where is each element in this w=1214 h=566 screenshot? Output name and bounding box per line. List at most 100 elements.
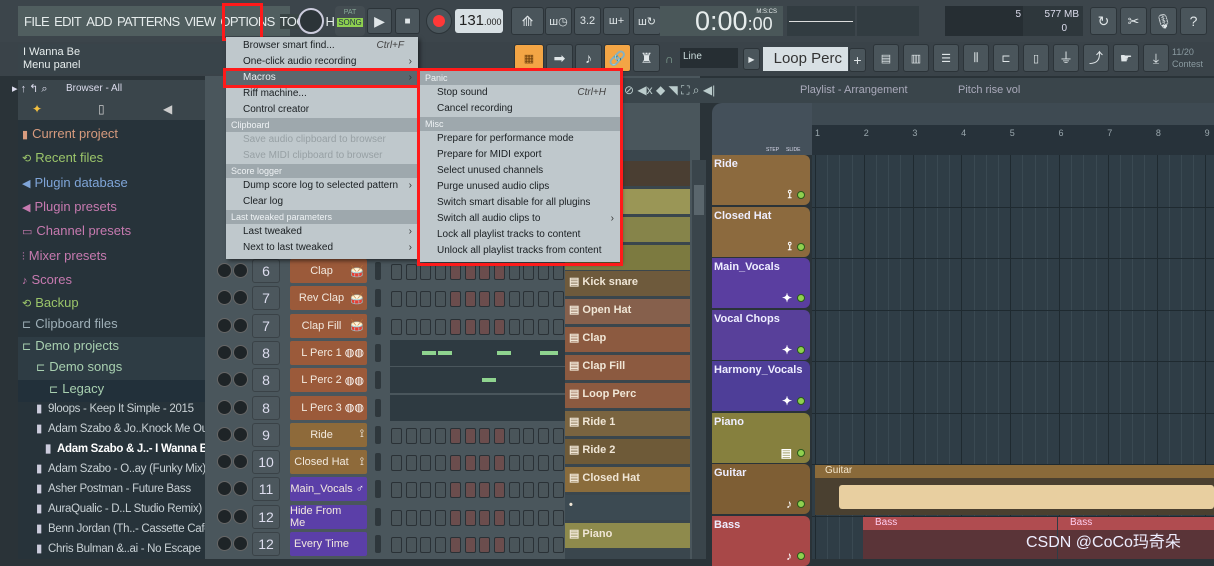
playlist-track-header[interactable]: Piano ▤ [712,412,810,463]
step-button[interactable] [552,291,564,308]
pan-knob[interactable] [217,536,232,551]
undo-history-button[interactable]: ↻ [1090,7,1117,35]
step-button[interactable] [391,537,402,553]
menu-item[interactable]: Browser smart find... Ctrl+F [226,38,418,54]
mini-piano-roll[interactable] [390,339,565,366]
channel-name-button[interactable]: Every Time [290,532,367,556]
step-button[interactable] [508,427,520,444]
step-button[interactable] [464,291,476,308]
step-button[interactable] [420,455,432,472]
menu-item[interactable]: Next to last tweaked › [226,240,418,256]
pattern-item[interactable]: ▤ Clap Fill [565,355,690,380]
add-pattern-button[interactable]: + [849,48,866,72]
step-button[interactable] [552,318,564,335]
menu-item[interactable]: Stop sound Ctrl+H [420,85,620,101]
browser-file[interactable]: ▮ Benn Jordan (Th..- Cassette Cafe [36,521,211,535]
channel-name-button[interactable]: Rev Clap 🥁 [290,286,367,311]
snap-select[interactable]: Line [680,48,738,68]
track-enable-led[interactable] [797,397,805,405]
plugin-picker-button[interactable]: ⏚ [1053,44,1079,72]
menu-edit[interactable]: EDIT [54,14,82,29]
step-button[interactable] [420,291,432,308]
piano-roll-button[interactable]: ▥ [903,44,929,72]
mixer-track-number[interactable]: 7 [252,286,280,311]
browser-file[interactable]: ▮ 9loops - Keep It Simple - 2015 [36,401,194,415]
channel-select-led[interactable] [375,262,381,280]
pattern-item[interactable]: ▤ Ride 1 [565,411,690,436]
master-volume-knob[interactable] [298,8,324,34]
mixer-track-number[interactable]: 6 [252,259,280,283]
step-button[interactable] [449,455,461,472]
pan-knob[interactable] [217,344,232,360]
menu-item[interactable]: Last tweaked › [226,224,418,240]
browser-item[interactable]: ⊏ Demo songs [18,358,205,380]
metronome-button[interactable]: ⟰ [511,7,544,35]
step-button[interactable] [391,427,402,444]
browser-item[interactable]: ⊏ Legacy [18,380,205,402]
step-button[interactable] [420,264,432,280]
plugin-icon[interactable]: ◀ [163,102,172,116]
step-button[interactable] [420,318,432,335]
browser-file[interactable]: ▮ Chris Bulman &..ai - No Escape [36,541,201,555]
pan-knob[interactable] [217,481,232,497]
menu-item[interactable]: One-click audio recording › [226,54,418,70]
step-button[interactable] [493,482,505,499]
step-button[interactable] [523,455,535,472]
step-button[interactable] [464,264,476,280]
menu-item[interactable]: Riff machine... [226,86,418,102]
step-button[interactable] [508,482,520,499]
playlist-track-header[interactable]: Harmony_Vocals ✦ [712,361,810,411]
track-enable-led[interactable] [797,294,805,302]
step-button[interactable] [552,427,564,444]
menu-item[interactable]: Clear log [226,194,418,210]
menu-item[interactable]: Purge unused audio clips [420,179,620,195]
step-button[interactable] [405,482,417,499]
playlist-track-header[interactable]: Guitar ♪ [712,464,810,514]
pattern-item[interactable]: ▤ Loop Perc [565,383,690,408]
step-button[interactable] [479,482,491,499]
step-button[interactable] [449,318,461,335]
mixer-track-number[interactable]: 12 [252,532,280,556]
volume-knob[interactable] [233,454,248,470]
step-button[interactable] [464,482,476,499]
track-enable-led[interactable] [797,448,805,457]
pattern-item[interactable]: ▤ Kick snare [565,271,690,296]
step-button[interactable] [435,537,447,553]
step-button[interactable] [538,427,549,444]
browser-file[interactable]: ▮ AuraQualic - D..L Studio Remix) [36,501,202,515]
knob-button[interactable]: ♜ [633,44,660,72]
channel-select-led[interactable] [375,289,381,308]
menu-item[interactable]: Unlock all playlist tracks from content [420,243,620,259]
step-button[interactable] [508,509,520,526]
channel-name-button[interactable]: L Perc 1 ◍◍ [290,340,367,365]
browser-file[interactable]: ▮ Adam Szabo & J..- I Wanna Be [45,441,214,455]
step-button[interactable] [523,291,535,308]
step-button[interactable] [464,537,476,553]
pan-knob[interactable] [217,372,232,388]
step-button[interactable] [552,455,564,472]
link-button[interactable]: 🔗 [604,44,631,72]
step-button[interactable] [435,509,447,526]
step-button[interactable] [391,318,402,335]
channel-name-button[interactable]: L Perc 2 ◍◍ [290,368,367,393]
browser-item[interactable]: ▮ Current project [18,125,205,147]
channel-select-led[interactable] [375,398,381,417]
channel-name-button[interactable]: Clap 🥁 [290,259,367,283]
playlist-button[interactable]: ▤ [873,44,899,72]
volume-knob[interactable] [233,399,248,415]
menu-item[interactable]: Select unused channels [420,163,620,179]
record-button[interactable] [426,8,452,34]
pan-knob[interactable] [217,317,232,333]
mini-piano-roll[interactable] [390,394,565,421]
step-button[interactable] [479,318,491,335]
browser-file[interactable]: ▮ Asher Postman - Future Bass [36,481,191,495]
browser-item[interactable]: ⊏ Demo projects [18,337,205,359]
step-button[interactable] [435,264,447,280]
menu-item[interactable]: Switch all audio clips to › [420,211,620,227]
volume-knob[interactable] [233,481,248,497]
step-button[interactable] [464,318,476,335]
step-button[interactable] [523,427,535,444]
step-button[interactable] [449,537,461,553]
browser-item[interactable]: ⟲ Recent files [18,149,205,171]
playlist-track-header[interactable]: Closed Hat ⟟ [712,206,810,257]
